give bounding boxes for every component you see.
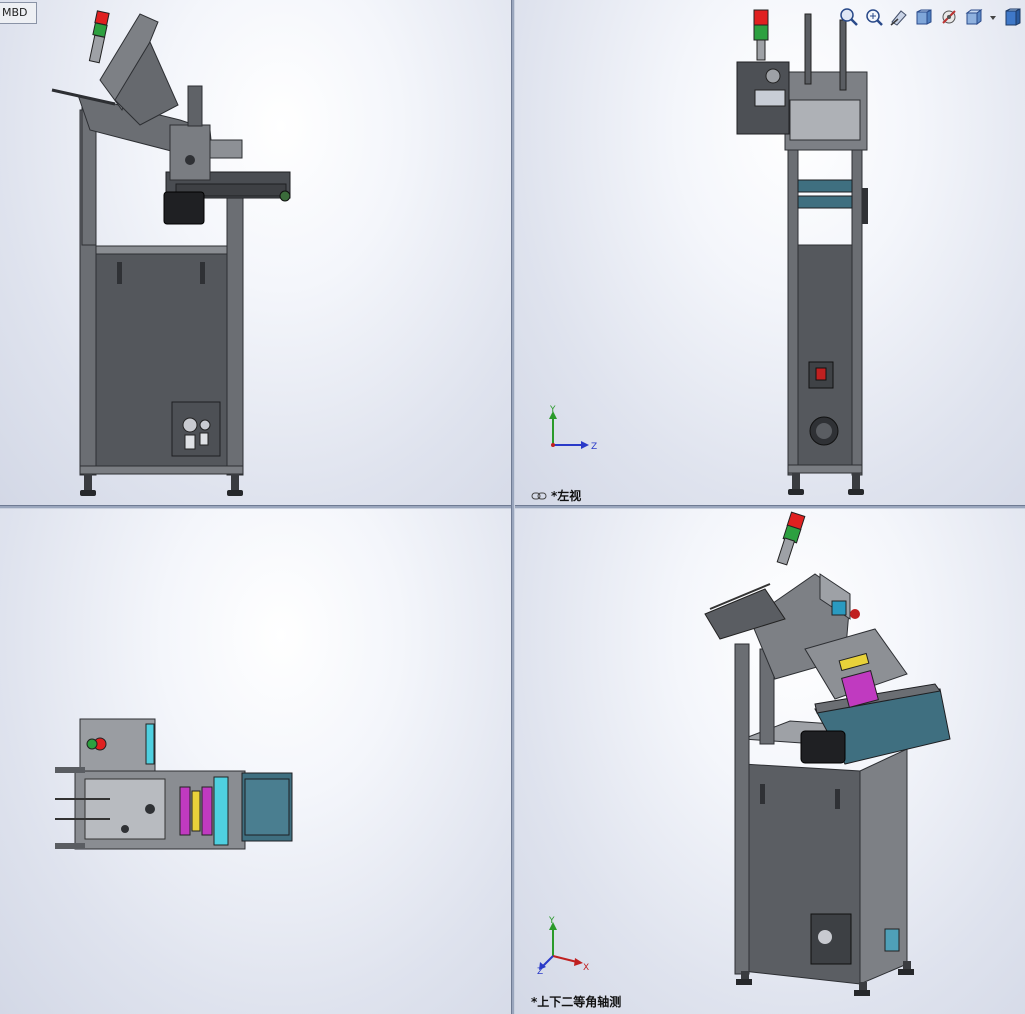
view-label-left: *左视 <box>531 487 581 504</box>
display-style-icon[interactable] <box>1001 6 1023 28</box>
zoom-to-area-icon[interactable] <box>863 6 885 28</box>
zoom-to-fit-icon[interactable] <box>838 6 860 28</box>
viewport-bottom-right[interactable]: Y X Z *上下二等角轴测 <box>515 509 1025 1014</box>
machine-top-view <box>55 718 293 850</box>
triad-iso-y-label: Y <box>548 916 555 926</box>
triad-z-label: Z <box>591 442 597 452</box>
viewport-bottom-left[interactable] <box>0 509 511 1014</box>
heads-up-view-toolbar <box>838 6 1023 28</box>
section-view-icon[interactable] <box>913 6 935 28</box>
chevron-down-icon[interactable] <box>988 6 998 28</box>
triad-y-label: Y <box>549 405 556 415</box>
link-icon <box>531 492 547 499</box>
triad-iso-z-label: Z <box>537 967 543 974</box>
viewport-top-left[interactable]: MBD <box>0 0 511 505</box>
triad-iso-x-label: X <box>583 963 589 973</box>
viewport-top-right[interactable]: Y Z *左视 <box>515 0 1025 505</box>
view-label-isometric: *上下二等角轴测 <box>531 993 621 1010</box>
coordinate-triad: Y Z <box>549 405 597 452</box>
machine-side-view <box>51 10 291 496</box>
view-name-isometric: *上下二等角轴测 <box>531 995 622 1009</box>
view-orientation-icon[interactable] <box>963 6 985 28</box>
vertical-viewport-splitter[interactable] <box>511 0 515 1014</box>
view-name-left: *左视 <box>551 489 582 503</box>
previous-view-icon[interactable] <box>888 6 910 28</box>
coordinate-triad-isometric: Y X Z <box>537 916 589 974</box>
dynamic-annotation-icon[interactable] <box>938 6 960 28</box>
